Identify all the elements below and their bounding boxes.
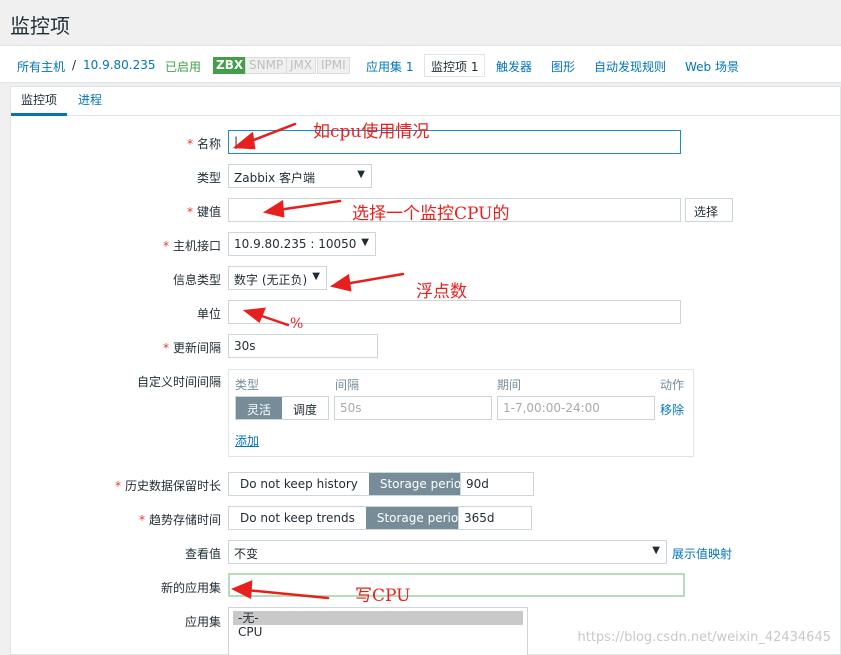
arrowhead-icon bbox=[242, 307, 266, 323]
arrowhead-icon bbox=[262, 199, 285, 218]
arrowhead-icon bbox=[232, 131, 256, 150]
arrowhead-icon bbox=[329, 273, 352, 292]
arrow-to-key bbox=[276, 199, 342, 212]
arrow-to-new-app bbox=[244, 588, 330, 600]
watermark: https://blog.csdn.net/weixin_42434645 bbox=[577, 630, 831, 645]
arrowhead-icon bbox=[230, 580, 253, 599]
arrow-to-info-type bbox=[343, 272, 405, 286]
annotation-arrows bbox=[230, 122, 405, 600]
